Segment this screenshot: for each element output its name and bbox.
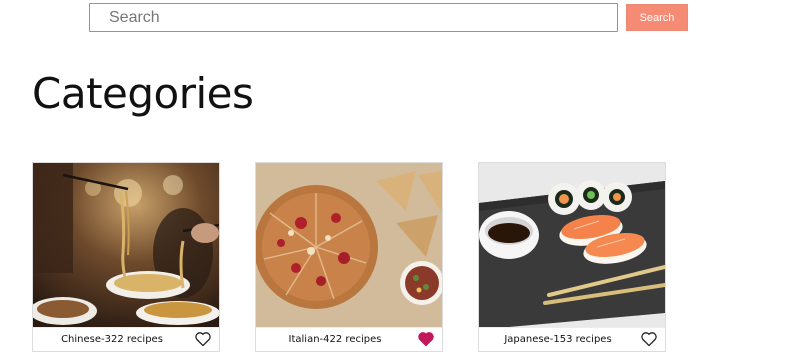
category-label: Japanese-153 recipes <box>504 334 612 345</box>
category-image-chinese[interactable] <box>33 163 219 327</box>
category-caption: Japanese-153 recipes <box>479 327 665 352</box>
search-button[interactable]: Search <box>626 4 688 31</box>
category-card-chinese[interactable]: Chinese-322 recipes <box>32 162 220 352</box>
heart-filled-icon[interactable] <box>417 331 435 347</box>
heart-outline-icon[interactable] <box>194 331 212 347</box>
sushi-photo <box>479 163 665 327</box>
category-label: Italian-422 recipes <box>288 334 382 345</box>
category-label: Chinese-322 recipes <box>61 334 163 345</box>
heart-outline-icon[interactable] <box>640 331 658 347</box>
search-bar: Search <box>89 3 689 32</box>
category-card-italian[interactable]: Italian-422 recipes <box>255 162 443 352</box>
category-image-italian[interactable] <box>256 163 442 327</box>
pizza-photo <box>256 163 442 327</box>
category-caption: Italian-422 recipes <box>256 327 442 352</box>
noodles-photo <box>33 163 219 327</box>
category-card-japanese[interactable]: Japanese-153 recipes <box>478 162 666 352</box>
category-image-japanese[interactable] <box>479 163 665 327</box>
page-title: Categories <box>32 69 254 118</box>
search-input[interactable] <box>89 3 618 32</box>
category-caption: Chinese-322 recipes <box>33 327 219 352</box>
